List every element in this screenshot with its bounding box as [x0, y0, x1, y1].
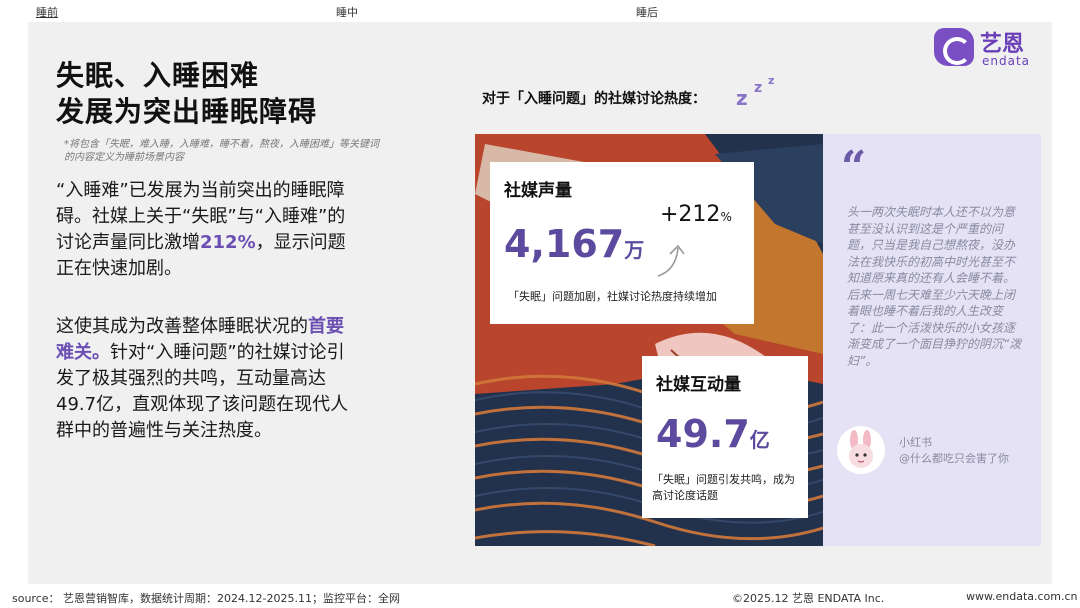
body-paragraph-2: 这使其成为改善整体睡眠状况的首要难关。针对“入睡问题”的社媒讨论引发了极其强烈的…: [56, 314, 356, 444]
zzz-large: z: [736, 86, 748, 110]
social-volume-card: 社媒声量 4,167万 +212% 「失眠」问题加剧，社媒讨论热度持续增加: [490, 162, 754, 324]
social-interaction-number: 49.7: [656, 412, 750, 456]
tab-before-sleep[interactable]: 睡前: [36, 4, 58, 20]
page-title-line2: 发展为突出睡眠障碍: [56, 95, 318, 128]
yoy-growth: +212%: [660, 202, 732, 227]
para1-highlight: 212%: [200, 232, 256, 253]
para2-text-a: 这使其成为改善整体睡眠状况的: [56, 316, 308, 337]
body-paragraph-1: “入睡难”已发展为当前突出的睡眠障碍。社媒上关于“失眠”与“入睡难”的讨论声量同…: [56, 178, 356, 282]
endata-logo: 艺恩 endata: [934, 26, 1044, 70]
social-interaction-note: 「失眠」问题引发共鸣，成为高讨论度话题: [652, 473, 795, 502]
footer-source: source： 艺恩营销智库，数据统计周期：2024.12-2025.11；监控…: [12, 592, 400, 605]
avatar: [837, 426, 885, 474]
page-title: 失眠、入睡困难 发展为突出睡眠障碍: [56, 58, 317, 130]
tab-during-sleep[interactable]: 睡中: [336, 4, 358, 20]
footer-copyright: ©2025.12 艺恩 ENDATA Inc.: [732, 592, 885, 605]
zzz-medium: z: [754, 80, 763, 96]
footer-website-link[interactable]: www.endata.com.cn: [966, 590, 1078, 603]
social-volume-value: 4,167万: [504, 222, 644, 266]
quote-mark-icon: “: [841, 142, 867, 193]
user-quote-panel: “ 头一两次失眠时本人还不以为意甚至没认识到这是个严重的问题，只当是我自己想熬夜…: [823, 134, 1041, 546]
tab-after-sleep[interactable]: 睡后: [636, 4, 658, 20]
social-interaction-card: 社媒互动量 49.7亿 「失眠」问题引发共鸣，成为高讨论度话题: [642, 356, 808, 518]
growth-arrow-icon: [657, 244, 685, 277]
quote-text: 头一两次失眠时本人还不以为意甚至没认识到这是个严重的问题，只当是我自己想熬夜，没…: [847, 205, 1022, 368]
yoy-growth-value: +212: [660, 202, 721, 227]
logo-mark-icon: [934, 28, 974, 66]
quote-source-platform: 小红书: [899, 436, 932, 449]
social-interaction-title: 社媒互动量: [656, 375, 741, 395]
social-volume-title: 社媒声量: [504, 181, 572, 201]
social-interaction-unit: 亿: [749, 428, 770, 452]
quote-source-user[interactable]: @什么都吃只会害了你: [899, 450, 1009, 466]
social-volume-unit: 万: [624, 238, 645, 262]
definition-note: *将包含「失眠，难入睡，入睡难，睡不着，熬夜，入睡困难」等关键词的内容定义为睡前…: [64, 139, 379, 163]
social-volume-note: 「失眠」问题加剧，社媒讨论热度持续增加: [508, 290, 717, 303]
top-navigation: 睡前 睡中 睡后: [0, 0, 1080, 22]
page-title-line1: 失眠、入睡困难: [56, 59, 260, 92]
zzz-small: z: [768, 74, 775, 87]
section-title: 对于「入睡问题」的社媒讨论热度：: [482, 91, 706, 107]
logo-english: endata: [982, 54, 1031, 68]
social-interaction-value: 49.7亿: [656, 412, 770, 456]
yoy-growth-unit: %: [720, 210, 732, 224]
social-volume-number: 4,167: [504, 222, 625, 266]
